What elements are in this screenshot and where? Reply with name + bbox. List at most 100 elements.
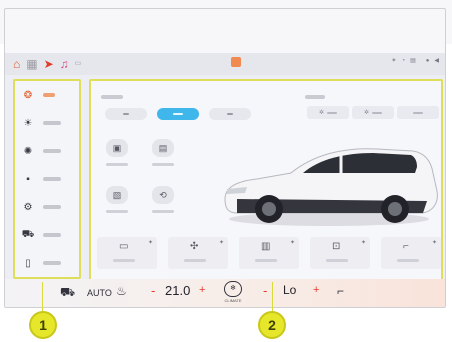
fan-small-icon: ✲ [363,110,370,116]
more-icon: ✦ [431,240,437,246]
shortcut-label [326,259,348,262]
callout-1-leader [42,282,43,312]
defrost-icon: ⊡ [332,241,341,252]
shortcut-seat-heating[interactable]: ▭ ✦ [97,237,157,269]
car-image [224,148,438,226]
menu-item-climate[interactable]: ❂ [15,81,79,109]
feature-front-defrost[interactable]: ▣ [99,139,135,166]
menu-label [43,93,55,97]
car-options-selector: ✲ ✲ [307,106,439,119]
fan-level-value: Lo [283,283,297,297]
menu-item-sun[interactable]: ☀ [15,109,79,137]
windshield-icon: ▧ [106,186,128,204]
apps-grid-icon[interactable]: ▦ [26,57,37,71]
climate-main-panel: ✲ ✲ ▣ ▤ ▧ ⟲ ▭ ✦ ✣ ✦ ▥ ✦ ⊡ ✦ ⌐ ✦ [89,79,443,285]
recirculation-icon: ⟲ [152,186,174,204]
seat-heater-right-icon[interactable]: ⌐ [337,284,344,298]
menu-label [43,121,61,125]
notification-icon[interactable] [231,57,241,67]
music-icon[interactable]: ♫ [60,57,69,71]
network-icon: ▤ [410,58,416,64]
user-icon[interactable]: ● [426,58,430,64]
car-option-2[interactable]: ✲ [352,106,394,119]
front-rim [262,202,276,216]
menu-label [43,177,61,181]
temperature-increase-button[interactable]: + [199,284,205,296]
fan-increase-button[interactable]: + [313,284,319,296]
fan-small-icon: ✲ [318,110,325,116]
shortcut-seat[interactable]: ⌐ ✦ [381,237,441,269]
menu-label [43,233,61,237]
menu-item-grid[interactable]: ▪ [15,165,79,193]
car-icon[interactable]: ⛟ [60,285,75,301]
car-settings-icon: ⚙ [23,201,33,213]
feature-windshield[interactable]: ▧ [99,186,135,213]
infotainment-screen: ⌂ ▦ ➤ ♫ ▭ ✶ ◔ ▤ ● ◀ ❂ ☀ ✺ ▪ ⚙ ⛟ ▯ ✲ ✲ ▣ … [4,8,446,308]
car-option-1[interactable]: ✲ [307,106,349,119]
car-section-title [305,95,325,99]
temperature-value: 21.0 [165,283,191,298]
shortcut-label [255,259,277,262]
seat-heater-left-icon[interactable]: ♨ [116,284,127,298]
more-icon: ✦ [147,240,153,246]
more-icon: ✦ [360,240,366,246]
auto-button[interactable]: AUTO [87,288,112,298]
callout-2-leader [272,282,273,312]
climate-button[interactable]: ❄ CLIMATE [221,281,245,305]
shortcut-label [397,259,419,262]
air-direction-icon: ✣ [190,241,199,252]
home-icon[interactable]: ⌂ [13,57,20,71]
feature-recirculation[interactable]: ⟲ [145,186,181,213]
navigation-icon[interactable]: ➤ [44,57,54,71]
phone-icon: ▯ [25,257,31,269]
menu-item-car-settings[interactable]: ⚙ [15,193,79,221]
front-defrost-icon: ▣ [106,139,128,157]
climate-label: CLIMATE [224,298,242,303]
callout-2: 2 [258,311,286,339]
light-icon: ✺ [23,145,33,157]
shortcut-air-direction[interactable]: ✣ ✦ [168,237,228,269]
shortcut-label [113,259,135,262]
shortcut-label [184,259,206,262]
seat-heating-icon: ▭ [119,241,129,252]
seat-icon: ⌐ [403,241,409,252]
temperature-decrease-button[interactable]: - [151,283,155,298]
rear-rim [388,202,402,216]
mode-button-1[interactable] [105,108,147,120]
menu-item-light[interactable]: ✺ [15,137,79,165]
menu-label [43,205,61,209]
mode-button-3[interactable] [209,108,251,120]
temperature-indicator-line [205,307,241,308]
fan-icon: ❂ [23,89,33,101]
bluetooth-icon: ✶ [391,58,397,64]
volume-icon[interactable]: ◀ [434,57,439,64]
left-side-menu: ❂ ☀ ✺ ▪ ⚙ ⛟ ▯ [13,79,81,279]
air-quality-icon: ▥ [261,241,271,252]
sun-icon: ☀ [23,117,33,129]
car-icon: ⛟ [21,228,35,240]
feature-label [152,210,174,213]
fan-decrease-button[interactable]: - [263,283,267,298]
climate-bar: ⛟ AUTO ♨ - 21.0 + ❄ CLIMATE - Lo + ⌐ [5,279,445,308]
more-icon: ✦ [289,240,295,246]
shortcut-defrost[interactable]: ⊡ ✦ [310,237,370,269]
seat-grid-icon: ▪ [26,173,30,185]
status-bar: ⌂ ▦ ➤ ♫ ▭ ✶ ◔ ▤ ● ◀ [5,53,445,75]
mode-button-2[interactable] [157,108,199,120]
feature-rear-defrost[interactable]: ▤ [145,139,181,166]
feature-label [106,163,128,166]
menu-label [43,149,61,153]
mode-selector [105,108,251,120]
map-icon[interactable]: ▭ [75,57,82,71]
feature-label [152,163,174,166]
menu-item-phone[interactable]: ▯ [15,249,79,277]
climate-fan-icon: ❄ [224,281,242,297]
rear-defrost-icon: ▤ [152,139,174,157]
car-option-3[interactable] [397,106,439,119]
climate-shortcut-row: ▭ ✦ ✣ ✦ ▥ ✦ ⊡ ✦ ⌐ ✦ [97,237,441,269]
screen-top-strip [5,9,445,53]
shortcut-air-quality[interactable]: ▥ ✦ [239,237,299,269]
menu-item-car[interactable]: ⛟ [15,221,79,249]
feature-label [106,210,128,213]
mode-section-title [101,95,123,99]
